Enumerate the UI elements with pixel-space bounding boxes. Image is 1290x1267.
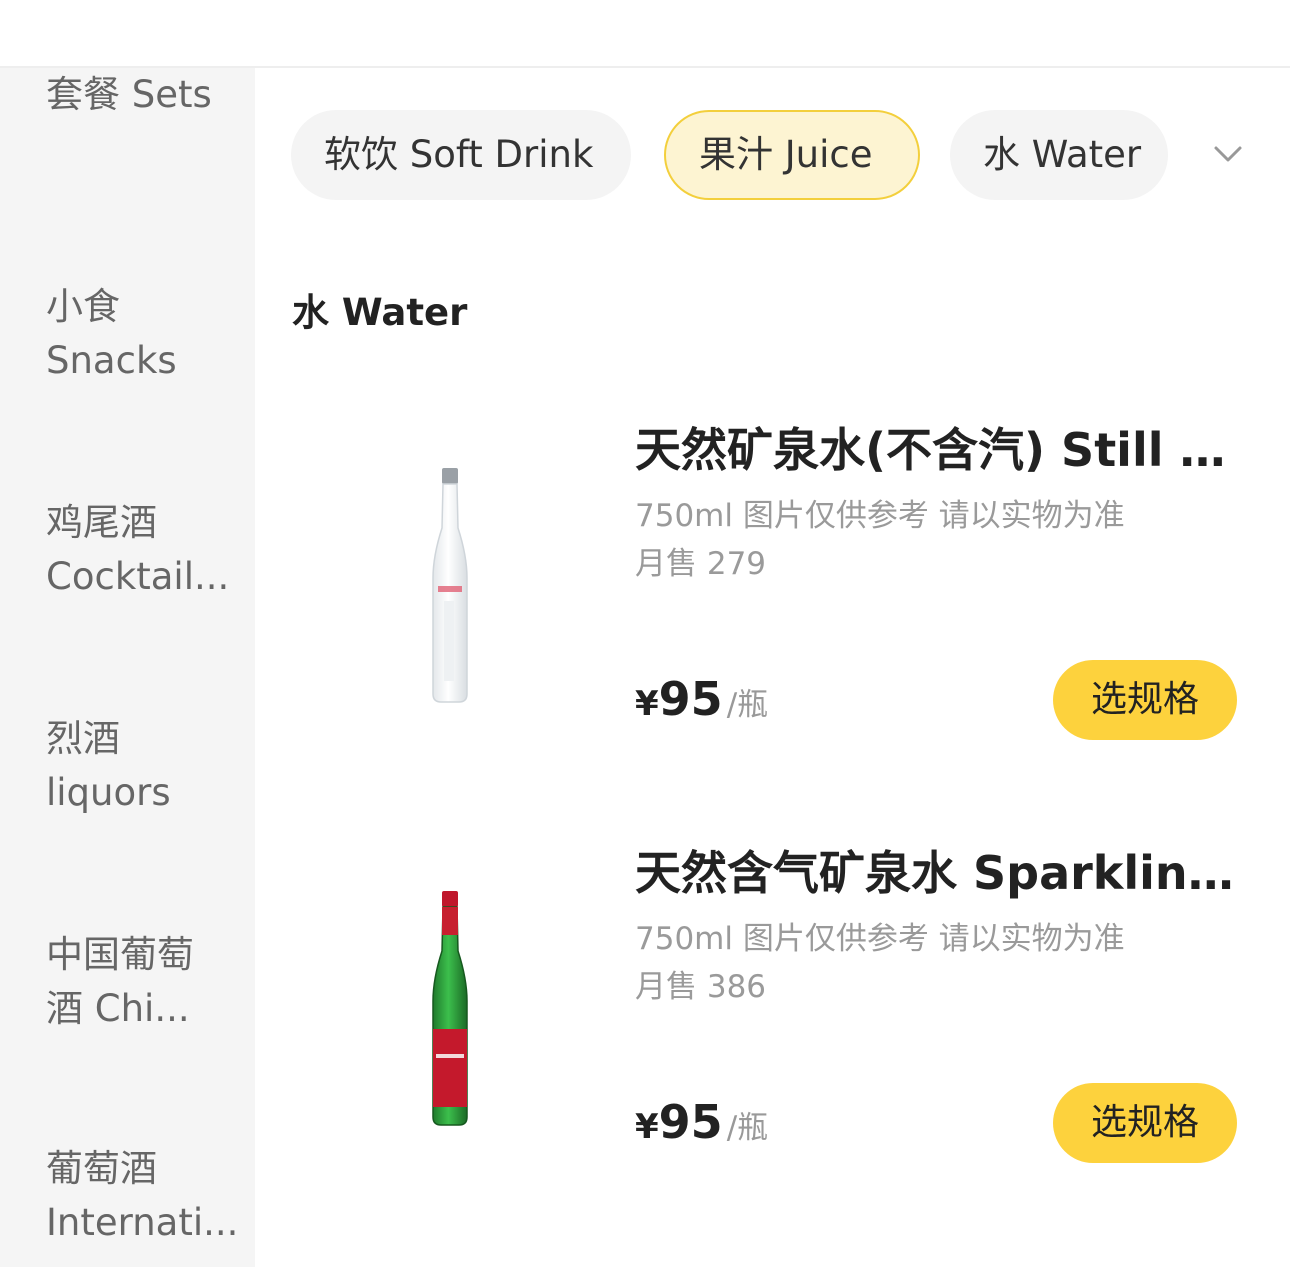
category-sidebar: 套餐 Sets 小食 Snacks 鸡尾酒 Cocktail... 烈酒 liq… <box>0 68 255 1267</box>
product-name: 天然含气矿泉水 Sparkling Mineral Water <box>635 846 1235 900</box>
sidebar-item-international-wine[interactable]: 葡萄酒 Internati... <box>46 1142 238 1250</box>
chip-water[interactable]: 水 Water <box>950 110 1168 200</box>
sidebar-item-cocktails[interactable]: 鸡尾酒 Cocktail... <box>46 496 229 604</box>
evian-bottle-image <box>432 468 468 703</box>
product-card[interactable]: 天然含气矿泉水 Sparkling Mineral Water 750ml 图片… <box>255 843 1290 1223</box>
main-content: 软饮 Soft Drink 果汁 Juice 水 Water 水 Water 天… <box>255 68 1290 1267</box>
product-description: 750ml 图片仅供参考 请以实物为准 <box>635 498 1125 534</box>
price-unit: /瓶 <box>726 687 769 723</box>
monthly-sales: 月售 279 <box>635 546 767 582</box>
price-value: 95 <box>658 1095 723 1149</box>
price-value: 95 <box>658 672 723 726</box>
product-card[interactable]: 天然矿泉水(不含汽) Still Mineral Water 750ml 图片仅… <box>255 420 1290 800</box>
chip-juice[interactable]: 果汁 Juice <box>664 110 920 200</box>
price: ¥95/瓶 <box>635 672 768 726</box>
product-description: 750ml 图片仅供参考 请以实物为准 <box>635 921 1125 957</box>
sparkling-bottle-image <box>432 891 468 1126</box>
currency-symbol: ¥ <box>635 684 659 724</box>
product-name: 天然矿泉水(不含汽) Still Mineral Water <box>635 423 1235 477</box>
chip-soft-drink[interactable]: 软饮 Soft Drink <box>291 110 631 200</box>
sidebar-item-sets[interactable]: 套餐 Sets <box>46 68 226 122</box>
sidebar-item-liquors[interactable]: 烈酒 liquors <box>46 712 226 820</box>
top-bar <box>0 0 1290 68</box>
section-title: 水 Water <box>292 291 468 334</box>
price-unit: /瓶 <box>726 1110 769 1146</box>
price: ¥95/瓶 <box>635 1095 768 1149</box>
currency-symbol: ¥ <box>635 1107 659 1147</box>
sidebar-item-snacks[interactable]: 小食 Snacks <box>46 280 226 388</box>
select-spec-button[interactable]: 选规格 <box>1053 660 1237 740</box>
select-spec-button[interactable]: 选规格 <box>1053 1083 1237 1163</box>
sidebar-item-chinese-wine[interactable]: 中国葡萄酒 Chi... <box>46 928 226 1036</box>
chevron-down-icon[interactable] <box>1208 134 1248 174</box>
monthly-sales: 月售 386 <box>635 969 767 1005</box>
